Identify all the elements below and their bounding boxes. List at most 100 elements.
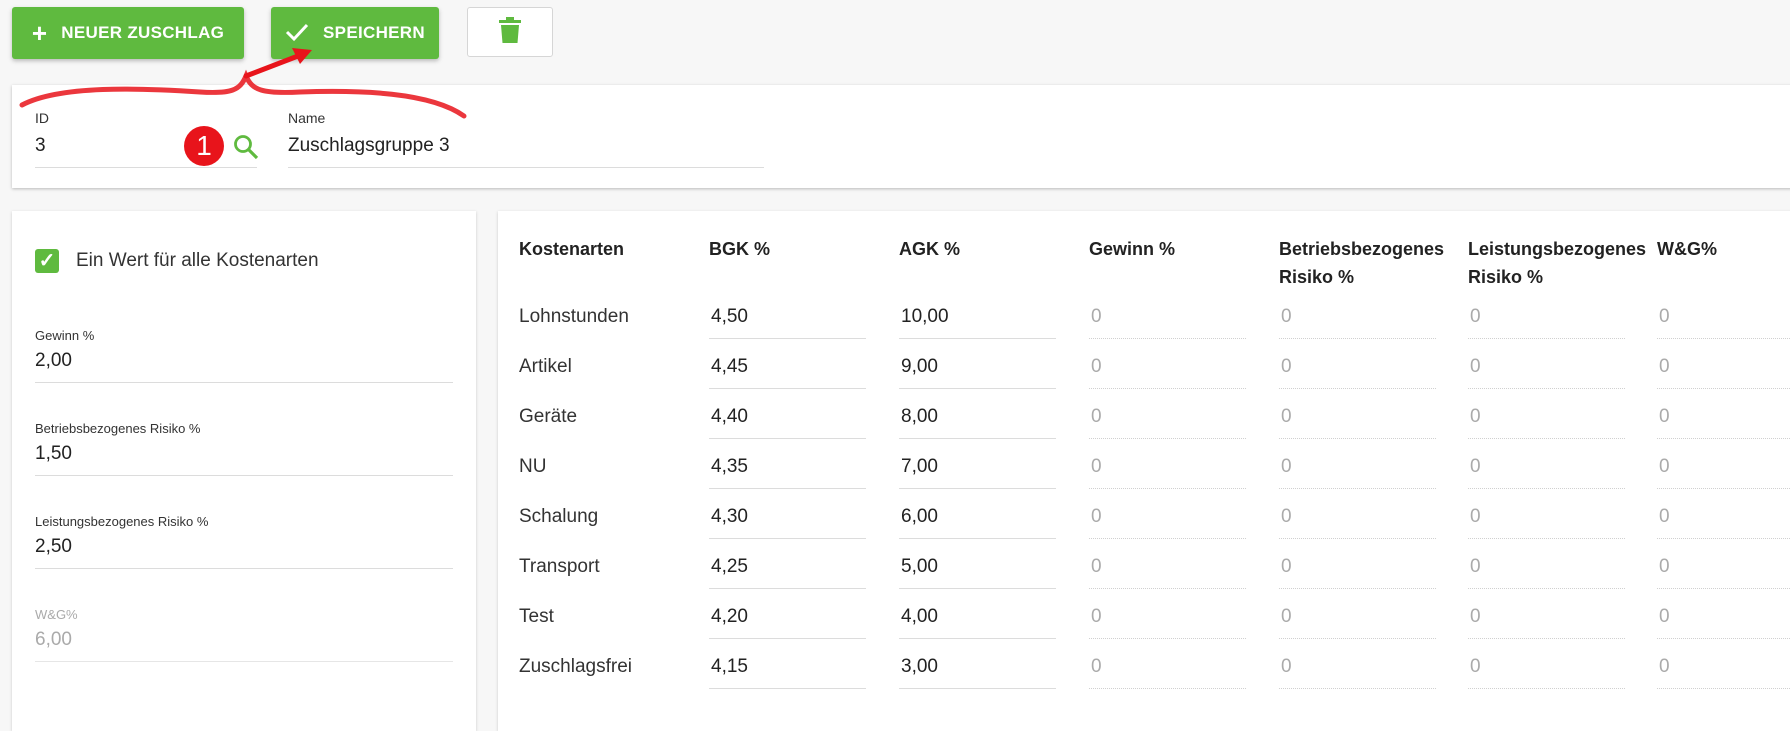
toolbar: + NEUER ZUSCHLAG SPEICHERN xyxy=(0,0,1790,75)
cost-type-name: Transport xyxy=(519,556,600,577)
cell-gewinn-input: 0 xyxy=(1091,356,1102,377)
new-surcharge-label: NEUER ZUSCHLAG xyxy=(61,23,225,42)
cell-underline xyxy=(899,338,1056,339)
cell-leistung-input: 0 xyxy=(1470,456,1481,477)
cell-underline xyxy=(1657,638,1790,640)
cell-bgk-input[interactable]: 4,20 xyxy=(711,606,748,628)
column-header: AGK % xyxy=(899,239,961,259)
cell-leistung-input: 0 xyxy=(1470,356,1481,377)
cell-gewinn-input: 0 xyxy=(1091,456,1102,477)
cost-type-name: Artikel xyxy=(519,356,572,377)
cell-agk-input[interactable]: 8,00 xyxy=(901,406,938,428)
cell-underline xyxy=(1468,438,1625,440)
cell-underline xyxy=(1089,638,1246,640)
global-field-label: Gewinn % xyxy=(35,328,95,343)
column-header: Betriebsbezogenes Risiko % xyxy=(1279,239,1445,287)
cell-agk-input[interactable]: 7,00 xyxy=(901,456,938,478)
cell-underline xyxy=(709,638,866,639)
cell-agk-input[interactable]: 10,00 xyxy=(901,306,949,328)
cell-underline xyxy=(899,638,1056,639)
new-surcharge-button[interactable]: + NEUER ZUSCHLAG xyxy=(12,7,244,59)
check-icon xyxy=(285,20,309,46)
cell-leistung-input: 0 xyxy=(1470,606,1481,627)
plus-icon: + xyxy=(31,18,48,48)
global-field-label: Leistungsbezogenes Risiko % xyxy=(35,514,209,529)
global-field-underline xyxy=(35,382,453,383)
cell-underline xyxy=(1657,488,1790,490)
cell-betrieb-input: 0 xyxy=(1281,456,1292,477)
cell-gewinn-input: 0 xyxy=(1091,656,1102,677)
delete-button[interactable] xyxy=(467,7,553,57)
cost-type-name: Test xyxy=(519,606,554,627)
cell-leistung-input: 0 xyxy=(1470,506,1481,527)
cell-underline xyxy=(709,488,866,489)
column-header: W&G% xyxy=(1657,239,1717,259)
search-icon[interactable] xyxy=(232,133,260,161)
cell-underline xyxy=(899,688,1056,689)
cell-gewinn-input: 0 xyxy=(1091,606,1102,627)
cell-agk-input[interactable]: 4,00 xyxy=(901,606,938,628)
cell-underline xyxy=(1279,538,1436,540)
save-label: SPEICHERN xyxy=(323,23,425,42)
cell-agk-input[interactable]: 3,00 xyxy=(901,656,938,678)
cell-bgk-input[interactable]: 4,40 xyxy=(711,406,748,428)
cell-underline xyxy=(709,388,866,389)
single-value-checkbox[interactable]: ✓ xyxy=(35,249,59,273)
cell-underline xyxy=(1468,538,1625,540)
global-field-input[interactable]: 2,00 xyxy=(35,350,72,372)
global-field-underline xyxy=(35,568,453,569)
cell-underline xyxy=(1089,388,1246,390)
cell-underline xyxy=(1279,638,1436,640)
cell-underline xyxy=(1657,438,1790,440)
cell-bgk-input[interactable]: 4,25 xyxy=(711,556,748,578)
column-header: Gewinn % xyxy=(1089,239,1176,259)
cell-agk-input[interactable]: 9,00 xyxy=(901,356,938,378)
cell-underline xyxy=(899,488,1056,489)
name-input[interactable]: Zuschlagsgruppe 3 xyxy=(288,135,450,157)
cell-wg-input: 0 xyxy=(1659,656,1670,677)
cost-type-name: Geräte xyxy=(519,406,578,427)
global-field-input[interactable]: 2,50 xyxy=(35,536,72,558)
cell-bgk-input[interactable]: 4,35 xyxy=(711,456,748,478)
name-underline xyxy=(288,167,764,168)
cell-wg-input: 0 xyxy=(1659,606,1670,627)
id-label: ID xyxy=(35,110,49,126)
cell-underline xyxy=(1279,438,1436,440)
cell-underline xyxy=(899,438,1056,439)
cell-underline xyxy=(709,688,866,689)
cell-bgk-input[interactable]: 4,50 xyxy=(711,306,748,328)
cell-betrieb-input: 0 xyxy=(1281,656,1292,677)
name-label: Name xyxy=(288,110,326,126)
cell-betrieb-input: 0 xyxy=(1281,606,1292,627)
cost-type-name: NU xyxy=(519,456,547,477)
cell-underline xyxy=(1279,688,1436,690)
cell-underline xyxy=(1657,688,1790,690)
cell-gewinn-input: 0 xyxy=(1091,556,1102,577)
cell-betrieb-input: 0 xyxy=(1281,406,1292,427)
save-button[interactable]: SPEICHERN xyxy=(271,7,439,59)
cell-agk-input[interactable]: 6,00 xyxy=(901,506,938,528)
cell-wg-input: 0 xyxy=(1659,556,1670,577)
cell-underline xyxy=(709,538,866,539)
global-field-label: W&G% xyxy=(35,607,78,622)
id-input[interactable]: 3 xyxy=(35,135,46,157)
cell-agk-input[interactable]: 5,00 xyxy=(901,556,938,578)
column-header: BGK % xyxy=(709,239,771,259)
cell-underline xyxy=(1279,388,1436,390)
cell-underline xyxy=(1657,388,1790,390)
cell-wg-input: 0 xyxy=(1659,406,1670,427)
global-values-card xyxy=(12,211,476,731)
column-header: Kostenarten xyxy=(519,239,625,259)
cell-gewinn-input: 0 xyxy=(1091,406,1102,427)
cell-bgk-input[interactable]: 4,30 xyxy=(711,506,748,528)
cell-betrieb-input: 0 xyxy=(1281,306,1292,327)
cell-underline xyxy=(709,588,866,589)
global-field-input[interactable]: 1,50 xyxy=(35,443,72,465)
cell-underline xyxy=(899,538,1056,539)
cell-bgk-input[interactable]: 4,45 xyxy=(711,356,748,378)
cell-underline xyxy=(1279,488,1436,490)
annotation-badge: 1 xyxy=(184,126,224,166)
cell-underline xyxy=(1657,338,1790,340)
cell-underline xyxy=(1089,688,1246,690)
cell-bgk-input[interactable]: 4,15 xyxy=(711,656,748,678)
